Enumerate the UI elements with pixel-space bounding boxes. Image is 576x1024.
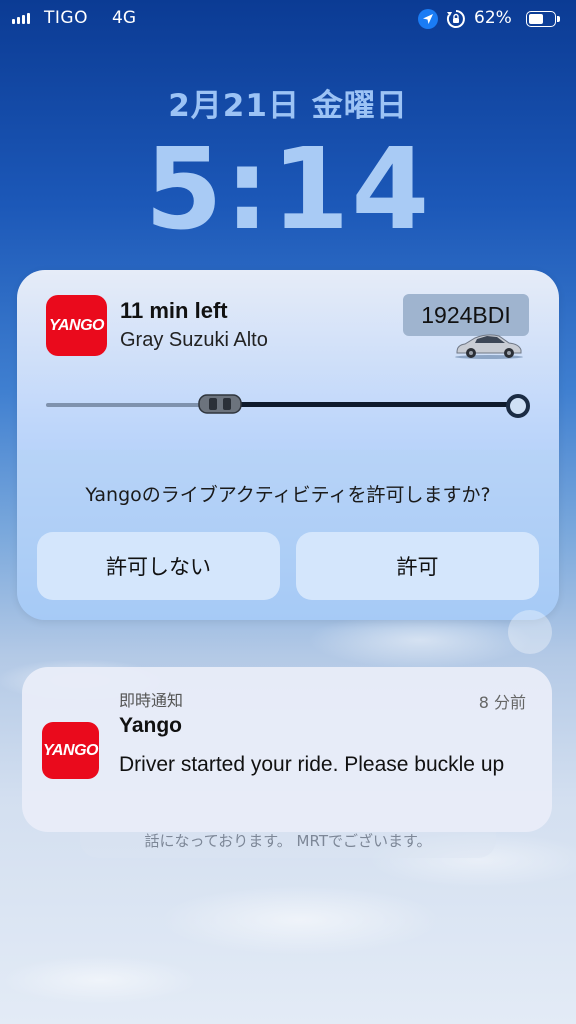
- yango-app-icon: YANGO: [46, 295, 107, 356]
- notification-category: 即時通知: [119, 691, 184, 710]
- notification-body: Driver started your ride. Please buckle …: [119, 753, 505, 776]
- battery-percent: 62%: [474, 8, 512, 28]
- carrier-name: TIGO: [44, 8, 88, 28]
- destination-marker-icon: [506, 394, 530, 418]
- stacked-notification-text: 話になっております。 MRTでございます。: [144, 832, 432, 850]
- status-bar: TIGO 4G 62%: [0, 0, 576, 38]
- ride-progress-remaining: [220, 402, 511, 407]
- ride-progress-elapsed: [46, 403, 221, 407]
- camera-shortcut-icon[interactable]: [508, 610, 552, 654]
- permission-prompt: Yangoのライブアクティビティを許可しますか?: [85, 484, 491, 506]
- live-activity-card[interactable]: YANGO 11 min left Gray Suzuki Alto 1924B…: [17, 270, 559, 620]
- allow-button[interactable]: 許可: [296, 532, 539, 600]
- lock-screen-date: 2月21日 金曜日: [168, 88, 408, 124]
- battery-icon: [526, 11, 560, 27]
- lock-screen-time: 5:14: [144, 125, 432, 255]
- car-position-icon: [198, 394, 243, 414]
- eta-title: 11 min left: [120, 298, 228, 323]
- network-type: 4G: [112, 8, 136, 28]
- notification-card[interactable]: YANGO 即時通知 8 分前 Yango Driver started you…: [22, 667, 552, 832]
- orientation-lock-icon: [446, 9, 466, 29]
- deny-button[interactable]: 許可しない: [37, 532, 280, 600]
- car-icon: [455, 334, 523, 359]
- notification-time: 8 分前: [478, 693, 526, 712]
- location-arrow-icon: [418, 9, 438, 29]
- cellular-signal-icon: [12, 13, 30, 24]
- yango-app-icon: YANGO: [42, 722, 99, 779]
- vehicle-description: Gray Suzuki Alto: [120, 329, 268, 351]
- notification-title: Yango: [119, 714, 183, 737]
